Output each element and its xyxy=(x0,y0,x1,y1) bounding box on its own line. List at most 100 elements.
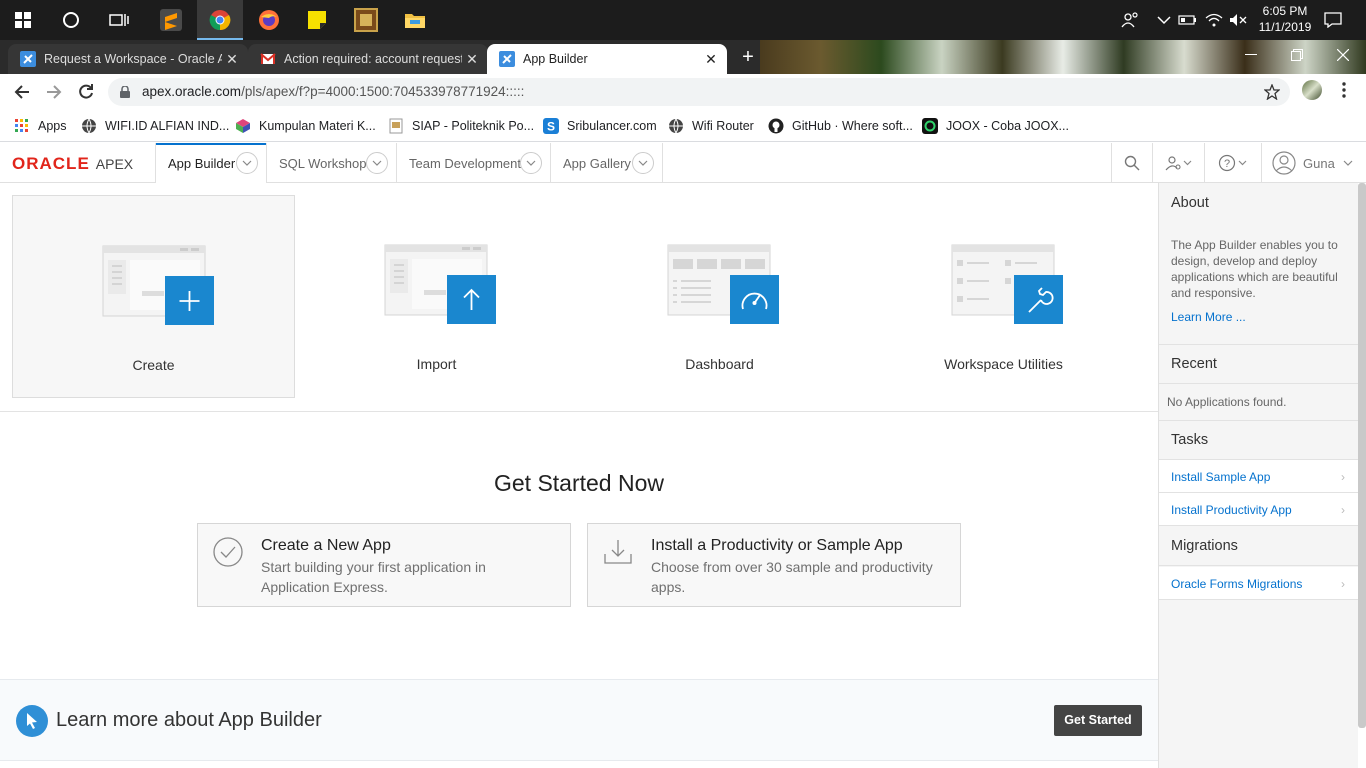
browser-tab-strip: Request a Workspace - Oracle Ap ✕ Action… xyxy=(0,40,1366,74)
get-started-heading: Get Started Now xyxy=(493,470,665,496)
cortana-icon[interactable] xyxy=(48,0,94,40)
user-menu[interactable]: Guna xyxy=(1261,143,1358,183)
learn-more-link[interactable]: Learn More ... xyxy=(1171,310,1246,324)
chevron-down-icon[interactable] xyxy=(366,152,388,174)
browser-tab-action-required[interactable]: Action required: account request ✕ xyxy=(248,44,488,74)
apps-grid-icon xyxy=(14,118,30,134)
logo-apex-text: APEX xyxy=(95,156,134,172)
import-icon xyxy=(384,244,496,326)
bookmark-label: GitHub · Where soft... xyxy=(792,119,913,133)
card-description: Choose from over 30 sample and productiv… xyxy=(651,559,933,595)
forward-icon[interactable] xyxy=(42,80,66,104)
windows-taskbar: 6:05 PM 11/1/2019 xyxy=(0,0,1366,40)
file-explorer-icon[interactable] xyxy=(392,0,438,40)
chevron-up-icon[interactable] xyxy=(1152,0,1176,40)
bookmark-star-icon[interactable] xyxy=(1264,84,1280,100)
bookmark-joox[interactable]: JOOX - Coba JOOX... xyxy=(922,116,1069,136)
bookmark-label: WIFI.ID ALFIAN IND... xyxy=(105,119,230,133)
tab-app-builder[interactable]: App Builder xyxy=(155,143,267,183)
battery-icon[interactable] xyxy=(1176,0,1200,40)
svg-text:S: S xyxy=(547,120,555,134)
dosbox-icon[interactable] xyxy=(343,0,389,40)
globe-icon xyxy=(668,118,684,134)
bookmark-label: Kumpulan Materi K... xyxy=(259,119,376,133)
minimize-button[interactable] xyxy=(1228,40,1274,70)
bookmark-label: SIAP - Politeknik Po... xyxy=(412,119,535,133)
tab-sql-workshop[interactable]: SQL Workshop xyxy=(267,143,397,183)
cube-icon xyxy=(235,118,251,134)
bookmark-wifi-router[interactable]: Wifi Router xyxy=(668,116,754,136)
profile-avatar[interactable] xyxy=(1302,80,1322,100)
oracle-forms-migrations-link[interactable]: Oracle Forms Migrations › xyxy=(1159,567,1359,600)
cursor-pointer-icon xyxy=(16,705,48,737)
browser-tab-request-workspace[interactable]: Request a Workspace - Oracle Ap ✕ xyxy=(8,44,248,74)
bookmark-wifi-id[interactable]: WIFI.ID ALFIAN IND... xyxy=(81,116,229,136)
task-install-sample-app[interactable]: Install Sample App › xyxy=(1159,460,1359,493)
back-icon[interactable] xyxy=(10,80,34,104)
people-icon[interactable] xyxy=(1118,0,1142,40)
sublime-text-icon[interactable] xyxy=(148,0,194,40)
browser-toolbar: apex.oracle.com/pls/apex/f?p=4000:1500:7… xyxy=(0,74,1366,110)
bookmark-label: Wifi Router xyxy=(692,119,754,133)
migrations-heading: Migrations xyxy=(1159,528,1359,566)
tab-team-development[interactable]: Team Development xyxy=(397,143,551,183)
close-tab-icon[interactable]: ✕ xyxy=(464,51,480,67)
help-menu-icon[interactable]: ? xyxy=(1204,143,1261,183)
url-host: apex.oracle.com xyxy=(142,84,242,99)
tab-app-gallery[interactable]: App Gallery xyxy=(551,143,663,183)
task-install-productivity-app[interactable]: Install Productivity App › xyxy=(1159,493,1359,526)
chevron-right-icon: › xyxy=(1341,577,1345,591)
apex-icon xyxy=(499,51,515,67)
about-heading: About xyxy=(1171,195,1209,211)
chevron-down-icon[interactable] xyxy=(632,152,654,174)
tab-title: App Builder xyxy=(523,52,588,66)
page-scrollbar[interactable] xyxy=(1358,183,1366,728)
tab-label: App Builder xyxy=(168,155,236,171)
firefox-icon[interactable] xyxy=(246,0,292,40)
task-link: Install Productivity App xyxy=(1171,503,1292,517)
chevron-down-icon[interactable] xyxy=(520,152,542,174)
close-tab-icon[interactable]: ✕ xyxy=(224,51,240,67)
oracle-apex-logo[interactable]: ORACLE APEX xyxy=(12,154,133,174)
user-name: Guna xyxy=(1303,155,1335,171)
tab-title: Action required: account request xyxy=(284,52,462,66)
address-bar[interactable]: apex.oracle.com/pls/apex/f?p=4000:1500:7… xyxy=(108,78,1290,106)
chrome-icon[interactable] xyxy=(197,0,243,40)
chevron-down-icon xyxy=(1343,160,1353,166)
create-new-app-card[interactable]: Create a New App Start building your fir… xyxy=(197,523,571,607)
new-tab-button[interactable]: + xyxy=(736,46,760,70)
reload-icon[interactable] xyxy=(74,80,98,104)
bookmarks-bar: Apps WIFI.ID ALFIAN IND... Kumpulan Mate… xyxy=(0,110,1366,142)
chrome-menu-icon[interactable] xyxy=(1336,80,1352,104)
browser-tab-app-builder[interactable]: App Builder ✕ xyxy=(487,44,727,74)
about-text: The App Builder enables you to design, d… xyxy=(1171,238,1338,300)
chevron-down-icon[interactable] xyxy=(236,152,258,174)
get-started-button[interactable]: Get Started xyxy=(1054,705,1142,736)
notifications-icon[interactable] xyxy=(1320,0,1346,40)
task-view-icon[interactable] xyxy=(96,0,142,40)
dashboard-tile[interactable]: Dashboard xyxy=(578,195,861,398)
close-tab-icon[interactable]: ✕ xyxy=(703,51,719,67)
bookmark-kumpulan-materi[interactable]: Kumpulan Materi K... xyxy=(235,116,376,136)
wifi-icon[interactable] xyxy=(1202,0,1226,40)
system-clock[interactable]: 6:05 PM 11/1/2019 xyxy=(1246,3,1324,35)
bookmark-github[interactable]: GitHub · Where soft... xyxy=(768,116,913,136)
divider xyxy=(0,411,1158,412)
workspace-utilities-tile[interactable]: Workspace Utilities xyxy=(862,195,1145,398)
url-path: /pls/apex/f?p=4000:1500:704533978771924:… xyxy=(241,84,525,99)
restore-button[interactable] xyxy=(1274,40,1320,70)
sticky-notes-icon[interactable] xyxy=(294,0,340,40)
bookmark-sribulancer[interactable]: S Sribulancer.com xyxy=(543,116,657,136)
import-tile[interactable]: Import xyxy=(295,195,578,398)
install-productivity-app-card[interactable]: Install a Productivity or Sample App Cho… xyxy=(587,523,961,607)
tab-label: SQL Workshop xyxy=(279,155,367,171)
search-icon[interactable] xyxy=(1111,143,1152,183)
close-window-button[interactable] xyxy=(1320,40,1366,70)
lock-icon[interactable] xyxy=(120,86,130,98)
administration-menu-icon[interactable] xyxy=(1152,143,1204,183)
bookmark-apps[interactable]: Apps xyxy=(14,116,67,136)
bookmark-siap[interactable]: SIAP - Politeknik Po... xyxy=(388,116,534,136)
create-tile[interactable]: Create xyxy=(12,195,295,398)
start-icon[interactable] xyxy=(0,0,46,40)
tile-label: Workspace Utilities xyxy=(944,356,1063,372)
